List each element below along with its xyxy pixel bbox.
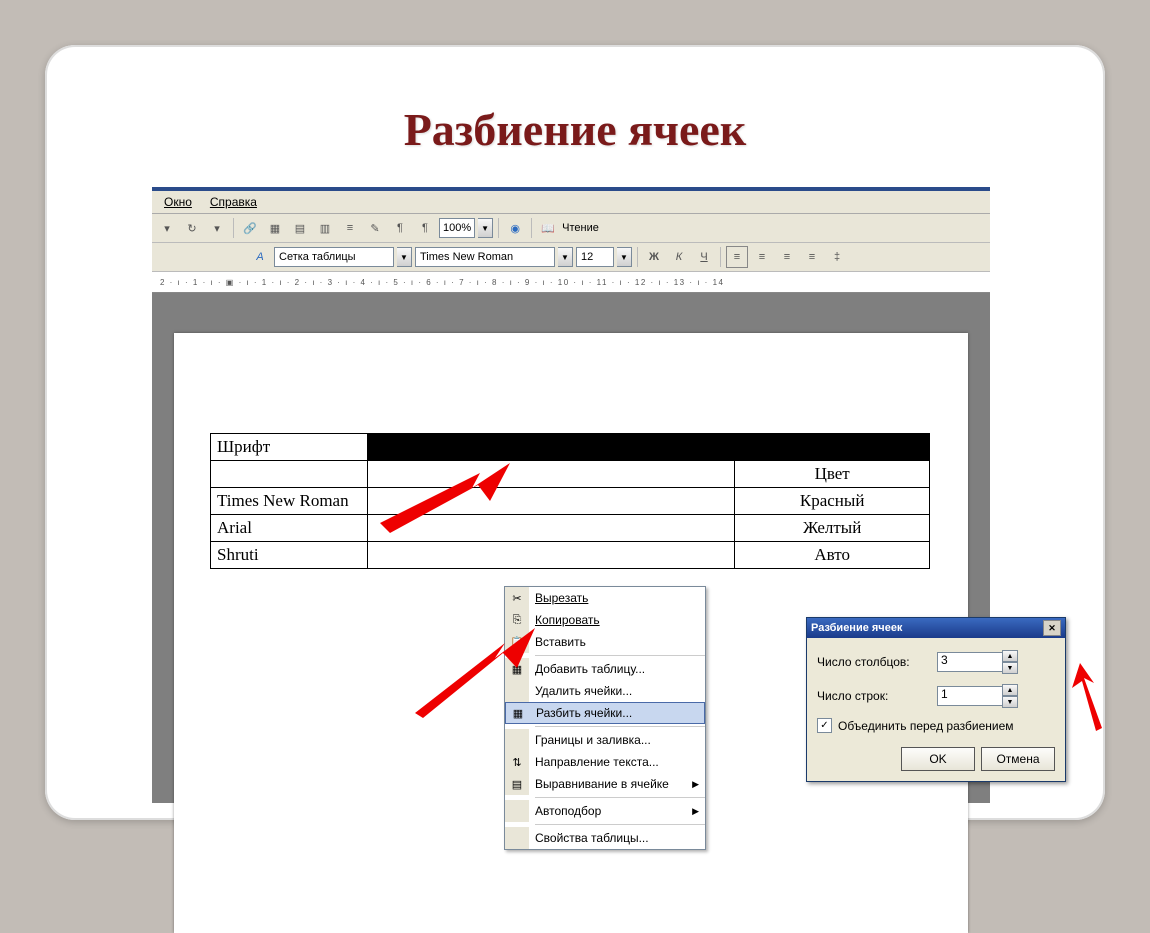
columns-icon[interactable]: ≡ <box>339 217 361 239</box>
document-table[interactable]: Шрифт Цвет Times New Roman Красный Arial <box>210 433 930 569</box>
ok-button[interactable]: OK <box>901 747 975 771</box>
arrow-annotation-2 <box>415 628 535 718</box>
cell-r4c2[interactable]: Авто <box>735 542 930 569</box>
style-select[interactable]: Сетка таблицы <box>274 247 394 267</box>
doc-map-icon[interactable]: ¶ <box>389 217 411 239</box>
undo-dropdown-icon[interactable]: ▾ <box>156 217 178 239</box>
bold-button[interactable]: Ж <box>643 246 665 268</box>
ctx-add-table[interactable]: ▦ Добавить таблицу... <box>505 658 705 680</box>
excel-icon[interactable]: ▥ <box>314 217 336 239</box>
line-spacing-icon[interactable]: ‡ <box>826 246 848 268</box>
font-dropdown-icon[interactable]: ▼ <box>558 247 573 267</box>
style-dropdown-icon[interactable]: ▼ <box>397 247 412 267</box>
italic-button[interactable]: К <box>668 246 690 268</box>
separator <box>535 655 705 656</box>
arrow-annotation-1 <box>380 463 510 533</box>
ctx-cut[interactable]: ✂ Вырезать <box>505 587 705 609</box>
align-justify-icon[interactable]: ≡ <box>801 246 823 268</box>
separator <box>498 218 499 238</box>
merge-label: Объединить перед разбиением <box>838 719 1014 733</box>
zoom-input[interactable]: 100% <box>439 218 475 238</box>
separator <box>535 726 705 727</box>
menu-window[interactable]: Окно <box>164 195 192 209</box>
menu-bar: Окно Справка <box>152 191 990 214</box>
link-icon[interactable]: 🔗 <box>239 217 261 239</box>
underline-button[interactable]: Ч <box>693 246 715 268</box>
cell-selected[interactable] <box>367 434 929 461</box>
redo-icon[interactable]: ↻ <box>181 217 203 239</box>
ctx-props[interactable]: Свойства таблицы... <box>505 827 705 849</box>
columns-input[interactable]: 3 <box>937 652 1003 672</box>
arrow-annotation-3 <box>1072 663 1106 733</box>
ctx-autofit[interactable]: Автоподбор ▶ <box>505 800 705 822</box>
cell-r3c2[interactable]: Желтый <box>735 515 930 542</box>
dialog-titlebar: Разбиение ячеек ✕ <box>807 618 1065 638</box>
cell-r4c1[interactable] <box>367 542 735 569</box>
scissors-icon: ✂ <box>505 587 529 609</box>
blank-icon <box>505 827 529 849</box>
close-button[interactable]: ✕ <box>1043 620 1061 636</box>
tables-borders-icon[interactable]: ▦ <box>264 217 286 239</box>
slide-frame: Разбиение ячеек Окно Справка ▾ ↻ ▾ 🔗 ▦ ▤… <box>45 45 1105 820</box>
show-marks-icon[interactable]: ¶ <box>414 217 436 239</box>
separator <box>233 218 234 238</box>
help-icon[interactable]: ◉ <box>504 217 526 239</box>
cell-r2c0[interactable]: Times New Roman <box>211 488 368 515</box>
font-format-icon[interactable]: A <box>249 246 271 268</box>
submenu-arrow-icon: ▶ <box>692 806 699 817</box>
ctx-delete-cells[interactable]: Удалить ячейки... <box>505 680 705 702</box>
context-menu: ✂ Вырезать ⎘ Копировать 📋 Вставить ▦ Доб… <box>504 586 706 850</box>
cell-font-header[interactable]: Шрифт <box>211 434 368 461</box>
cell-r2c2[interactable]: Красный <box>735 488 930 515</box>
reading-label[interactable]: Чтение <box>562 222 599 234</box>
text-direction-icon: ⇅ <box>505 751 529 773</box>
ctx-paste[interactable]: 📋 Вставить <box>505 631 705 653</box>
ctx-align[interactable]: ▤ Выравнивание в ячейке ▶ <box>505 773 705 795</box>
submenu-arrow-icon: ▶ <box>692 779 699 790</box>
separator <box>535 797 705 798</box>
separator <box>720 247 721 267</box>
blank-icon <box>505 729 529 751</box>
align-icon: ▤ <box>505 773 529 795</box>
redo-dropdown-icon[interactable]: ▾ <box>206 217 228 239</box>
toolbar-formatting: A Сетка таблицы ▼ Times New Roman ▼ 12 ▼… <box>152 243 990 272</box>
align-right-icon[interactable]: ≡ <box>776 246 798 268</box>
ruler[interactable]: 2 · ı · 1 · ı · ▣ · ı · 1 · ı · 2 · ı · … <box>152 272 990 293</box>
drawing-icon[interactable]: ✎ <box>364 217 386 239</box>
font-size-select[interactable]: 12 <box>576 247 614 267</box>
ctx-borders[interactable]: Границы и заливка... <box>505 729 705 751</box>
toolbar-standard: ▾ ↻ ▾ 🔗 ▦ ▤ ▥ ≡ ✎ ¶ ¶ 100% ▼ ◉ 📖 Чтение <box>152 214 990 243</box>
align-center-icon[interactable]: ≡ <box>751 246 773 268</box>
cancel-button[interactable]: Отмена <box>981 747 1055 771</box>
cell-r3c0[interactable]: Arial <box>211 515 368 542</box>
rows-label: Число строк: <box>817 689 937 703</box>
rows-spinner[interactable]: ▲▼ <box>1002 684 1018 708</box>
ctx-split-cells[interactable]: ▦ Разбить ячейки... <box>505 702 705 724</box>
font-name-select[interactable]: Times New Roman <box>415 247 555 267</box>
cell-r4c0[interactable]: Shruti <box>211 542 368 569</box>
separator <box>531 218 532 238</box>
dialog-body: Число столбцов: 3 ▲▼ Число строк: 1 ▲▼ ✓… <box>807 638 1065 781</box>
columns-label: Число столбцов: <box>817 655 937 669</box>
align-left-icon[interactable]: ≡ <box>726 246 748 268</box>
menu-help[interactable]: Справка <box>210 195 257 209</box>
columns-spinner[interactable]: ▲▼ <box>1002 650 1018 674</box>
cell-r1c0[interactable] <box>211 461 368 488</box>
ctx-copy[interactable]: ⎘ Копировать <box>505 609 705 631</box>
rows-input[interactable]: 1 <box>937 686 1003 706</box>
size-dropdown-icon[interactable]: ▼ <box>617 247 632 267</box>
zoom-dropdown-icon[interactable]: ▼ <box>478 218 493 238</box>
merge-checkbox[interactable]: ✓ <box>817 718 832 733</box>
dialog-title-text: Разбиение ячеек <box>811 622 902 634</box>
split-cells-dialog: Разбиение ячеек ✕ Число столбцов: 3 ▲▼ Ч… <box>806 617 1066 782</box>
ctx-direction[interactable]: ⇅ Направление текста... <box>505 751 705 773</box>
slide-title: Разбиение ячеек <box>45 103 1105 156</box>
insert-table-icon[interactable]: ▤ <box>289 217 311 239</box>
cell-r1c2[interactable]: Цвет <box>735 461 930 488</box>
separator <box>535 824 705 825</box>
reading-mode-icon[interactable]: 📖 <box>537 217 559 239</box>
blank-icon <box>505 800 529 822</box>
separator <box>637 247 638 267</box>
